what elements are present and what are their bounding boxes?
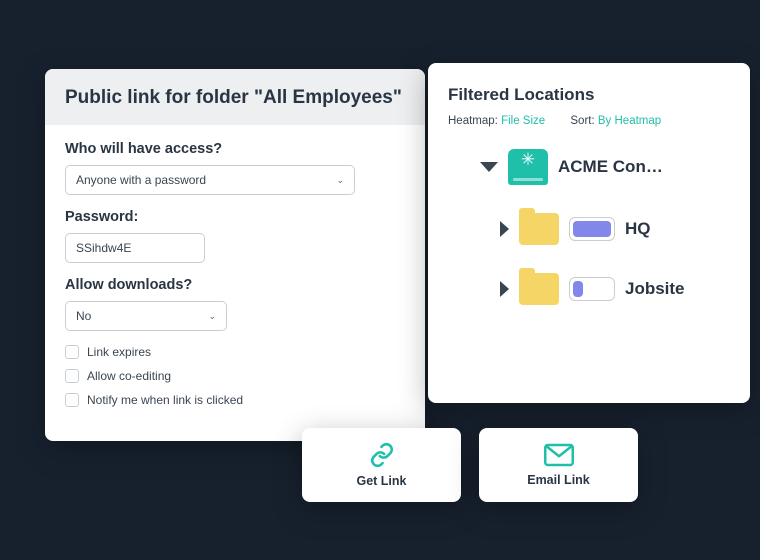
heatmap-value[interactable]: File Size bbox=[501, 115, 545, 127]
sort-value[interactable]: By Heatmap bbox=[598, 115, 661, 127]
email-link-label: Email Link bbox=[527, 473, 590, 487]
allow-coediting-label: Allow co-editing bbox=[87, 369, 171, 383]
link-expires-label: Link expires bbox=[87, 345, 151, 359]
downloads-value: No bbox=[76, 309, 91, 323]
downloads-label: Allow downloads? bbox=[65, 277, 405, 293]
sort-label: Sort: bbox=[570, 115, 594, 127]
access-field: Who will have access? Anyone with a pass… bbox=[65, 141, 405, 195]
checkbox-icon bbox=[65, 369, 79, 383]
checkbox-icon bbox=[65, 345, 79, 359]
modal-title: Public link for folder "All Employees" bbox=[45, 69, 425, 125]
drive-icon bbox=[508, 149, 548, 185]
link-expires-row[interactable]: Link expires bbox=[65, 345, 405, 359]
checkbox-icon bbox=[65, 393, 79, 407]
chevron-down-icon: ⌄ bbox=[208, 311, 216, 322]
get-link-label: Get Link bbox=[356, 474, 406, 488]
tree-label-root: ACME Con… bbox=[558, 157, 663, 177]
access-select[interactable]: Anyone with a password ⌄ bbox=[65, 165, 355, 195]
notify-row[interactable]: Notify me when link is clicked bbox=[65, 393, 405, 407]
expand-right-icon bbox=[500, 281, 509, 297]
password-label: Password: bbox=[65, 209, 405, 225]
notify-label: Notify me when link is clicked bbox=[87, 393, 243, 407]
heatmap-pill bbox=[569, 277, 615, 301]
expand-down-icon bbox=[480, 162, 498, 172]
password-field: Password: SSihdw4E bbox=[65, 209, 405, 263]
link-icon bbox=[369, 442, 395, 468]
pill-fill bbox=[573, 221, 611, 237]
access-label: Who will have access? bbox=[65, 141, 405, 157]
password-value: SSihdw4E bbox=[76, 241, 131, 255]
downloads-field: Allow downloads? No ⌄ bbox=[65, 277, 405, 331]
access-value: Anyone with a password bbox=[76, 173, 206, 187]
get-link-button[interactable]: Get Link bbox=[302, 428, 461, 502]
tree-row-jobsite[interactable]: Jobsite bbox=[500, 273, 730, 305]
mail-icon bbox=[544, 443, 574, 467]
heatmap-pill bbox=[569, 217, 615, 241]
chevron-down-icon: ⌄ bbox=[336, 175, 344, 186]
modal-body: Who will have access? Anyone with a pass… bbox=[45, 125, 425, 441]
allow-coediting-row[interactable]: Allow co-editing bbox=[65, 369, 405, 383]
password-input[interactable]: SSihdw4E bbox=[65, 233, 205, 263]
tree-label-jobsite: Jobsite bbox=[625, 279, 685, 299]
tree-label-hq: HQ bbox=[625, 219, 651, 239]
pill-fill bbox=[573, 281, 583, 297]
filtered-locations-panel: Filtered Locations Heatmap: File Size So… bbox=[428, 63, 750, 403]
downloads-select[interactable]: No ⌄ bbox=[65, 301, 227, 331]
heatmap-label: Heatmap: bbox=[448, 115, 498, 127]
email-link-button[interactable]: Email Link bbox=[479, 428, 638, 502]
public-link-modal: Public link for folder "All Employees" W… bbox=[45, 69, 425, 441]
folder-icon bbox=[519, 273, 559, 305]
tree-row-root[interactable]: ACME Con… bbox=[480, 149, 730, 185]
tree-row-hq[interactable]: HQ bbox=[500, 213, 730, 245]
expand-right-icon bbox=[500, 221, 509, 237]
panel-subheader: Heatmap: File Size Sort: By Heatmap bbox=[448, 115, 730, 127]
panel-title: Filtered Locations bbox=[448, 85, 730, 105]
folder-icon bbox=[519, 213, 559, 245]
